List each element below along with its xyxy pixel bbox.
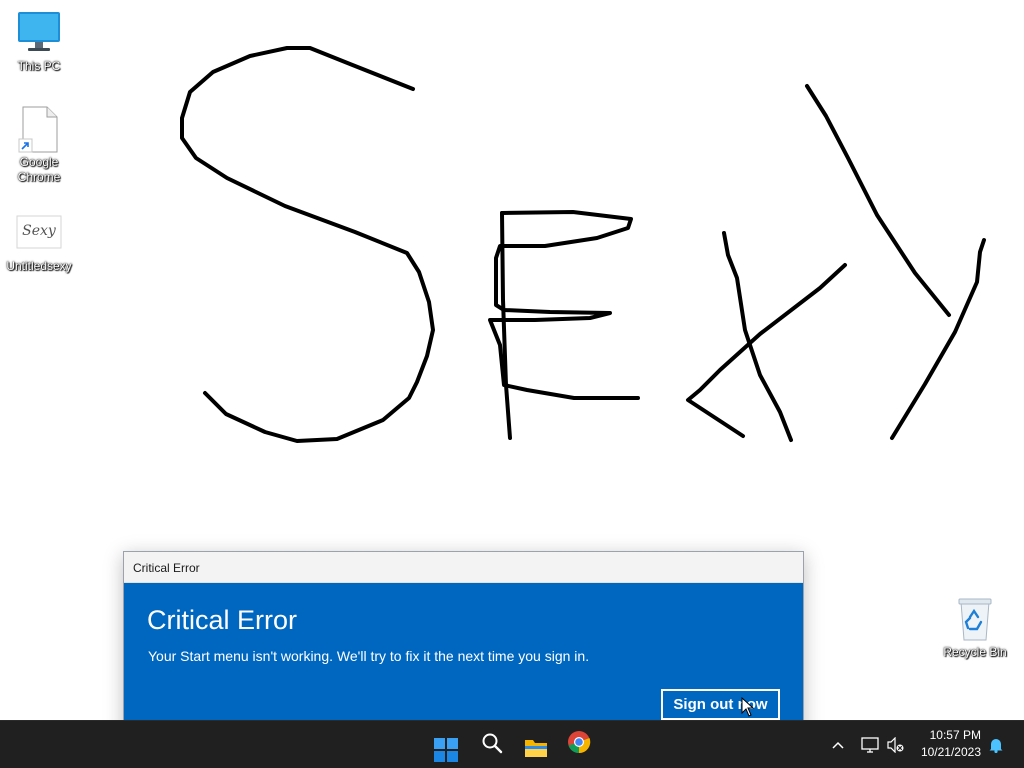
clock-time: 10:57 PM <box>929 728 981 742</box>
recycle-bin-icon <box>951 596 999 644</box>
dialog-body: Critical Error Your Start menu isn't wor… <box>124 583 803 743</box>
thumbnail-text: Sexy <box>22 223 57 239</box>
dialog-message: Your Start menu isn't working. We'll try… <box>148 648 590 664</box>
chrome-icon <box>568 731 591 754</box>
show-hidden-icons-button[interactable] <box>826 721 850 768</box>
network-button[interactable] <box>858 721 882 768</box>
network-icon <box>861 737 879 753</box>
sign-out-now-button[interactable]: Sign out now <box>661 689 780 720</box>
drawing-letter-e-top <box>488 210 640 400</box>
desktop-icon-label: This PC <box>17 59 61 73</box>
monitor-icon <box>15 10 63 58</box>
clock-date: 10/21/2023 <box>920 745 981 759</box>
dialog-window-title: Critical Error <box>133 561 200 575</box>
drawing-letter-y-b <box>890 238 986 440</box>
notifications-button[interactable] <box>984 721 1008 768</box>
volume-muted-icon <box>887 737 904 753</box>
start-icon <box>434 738 458 762</box>
desktop-icon-untitledsexy[interactable]: Sexy Untitledsexy <box>1 210 77 274</box>
chrome-button[interactable] <box>563 721 595 768</box>
dialog-heading: Critical Error <box>147 605 298 635</box>
drawing-letter-s <box>180 46 435 443</box>
search-button[interactable] <box>476 721 508 768</box>
dialog-title-bar[interactable]: Critical Error <box>124 552 803 583</box>
file-explorer-icon <box>525 740 547 757</box>
chevron-up-icon <box>832 741 844 749</box>
start-button[interactable] <box>430 721 462 768</box>
taskbar: 10:57 PM 10/21/2023 <box>0 720 1024 768</box>
taskbar-clock[interactable]: 10:57 PM 10/21/2023 <box>921 727 981 761</box>
desktop-icon-label: Google Chrome <box>17 155 61 184</box>
critical-error-dialog: Critical Error Critical Error Your Start… <box>123 551 804 744</box>
file-shortcut-icon <box>15 106 63 154</box>
desktop-icon-recycle-bin[interactable]: Recycle Bin <box>937 596 1013 660</box>
desktop-icon-label: Recycle Bin <box>943 645 1007 659</box>
volume-button[interactable] <box>884 721 908 768</box>
image-thumbnail-icon: Sexy <box>15 210 63 258</box>
notification-bell-icon <box>989 739 1003 753</box>
desktop-icon-this-pc[interactable]: This PC <box>1 10 77 74</box>
search-icon <box>482 733 503 754</box>
desktop-icon-label: Untitledsexy <box>6 259 72 273</box>
drawing-letter-x-b <box>686 263 847 438</box>
desktop-icon-google-chrome[interactable]: Google Chrome <box>1 106 77 185</box>
mouse-pointer-icon <box>741 697 755 717</box>
file-explorer-button[interactable] <box>520 721 552 768</box>
